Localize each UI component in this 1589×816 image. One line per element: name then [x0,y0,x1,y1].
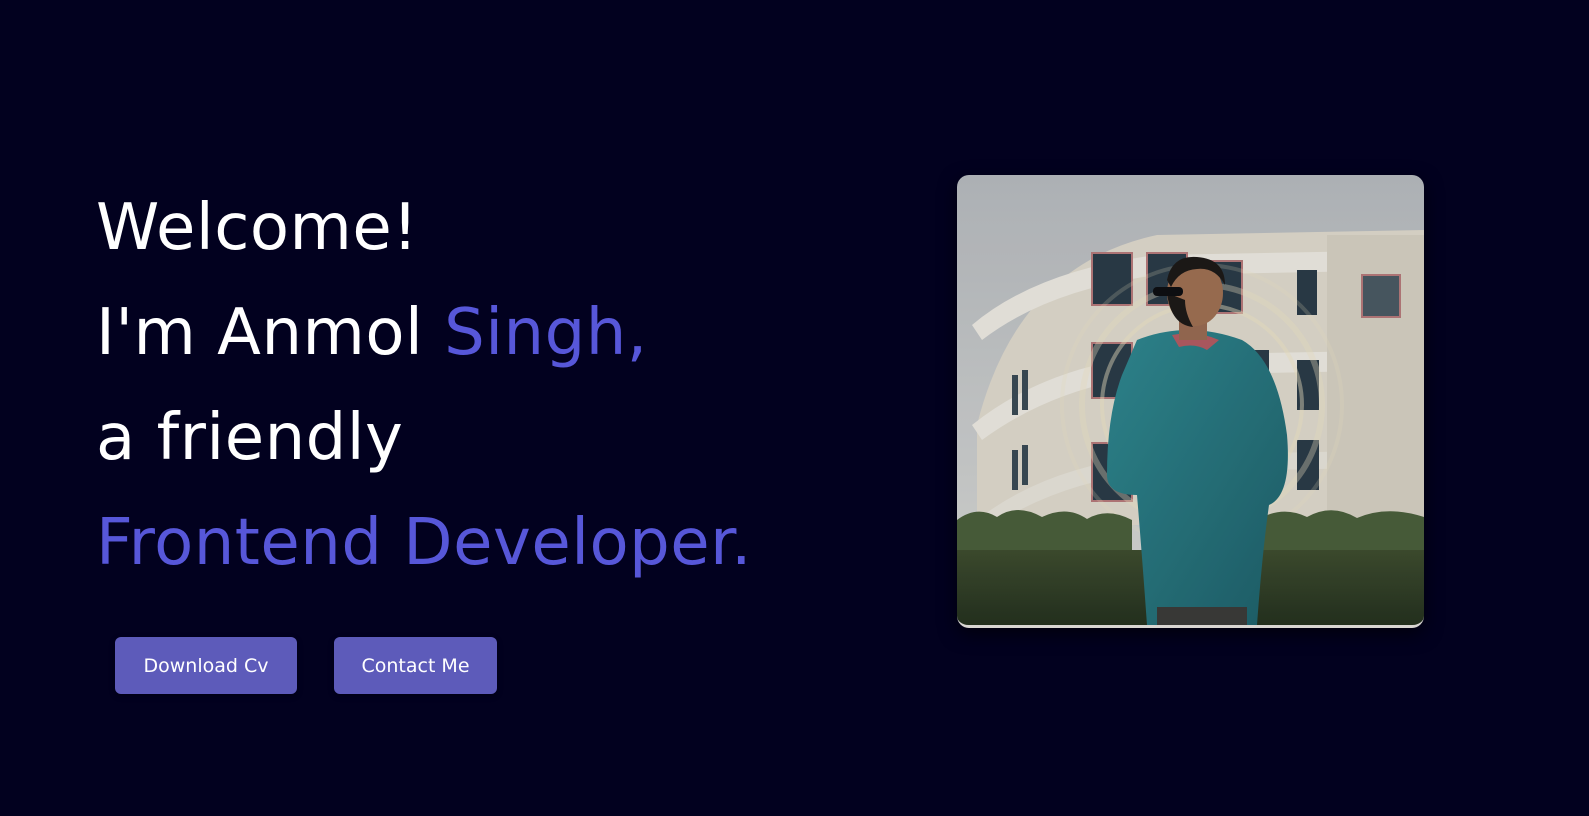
hero-intro: Welcome! I'm Anmol Singh, a friendly Fro… [96,176,752,596]
welcome-heading: Welcome! [96,191,419,265]
download-cv-button[interactable]: Download Cv [115,637,297,694]
hero-section: Welcome! I'm Anmol Singh, a friendly Fro… [0,0,1589,816]
contact-me-button[interactable]: Contact Me [334,637,497,694]
name-prefix: I'm Anmol [96,296,445,370]
profile-photo-illustration [957,175,1424,625]
name-line: I'm Anmol Singh, [96,281,752,386]
profile-photo [957,175,1424,628]
tagline-line: a friendly [96,401,404,475]
surname-highlight: Singh, [444,296,648,370]
hero-actions: Download Cv Contact Me [115,637,497,694]
role-title: Frontend Developer. [96,506,752,580]
